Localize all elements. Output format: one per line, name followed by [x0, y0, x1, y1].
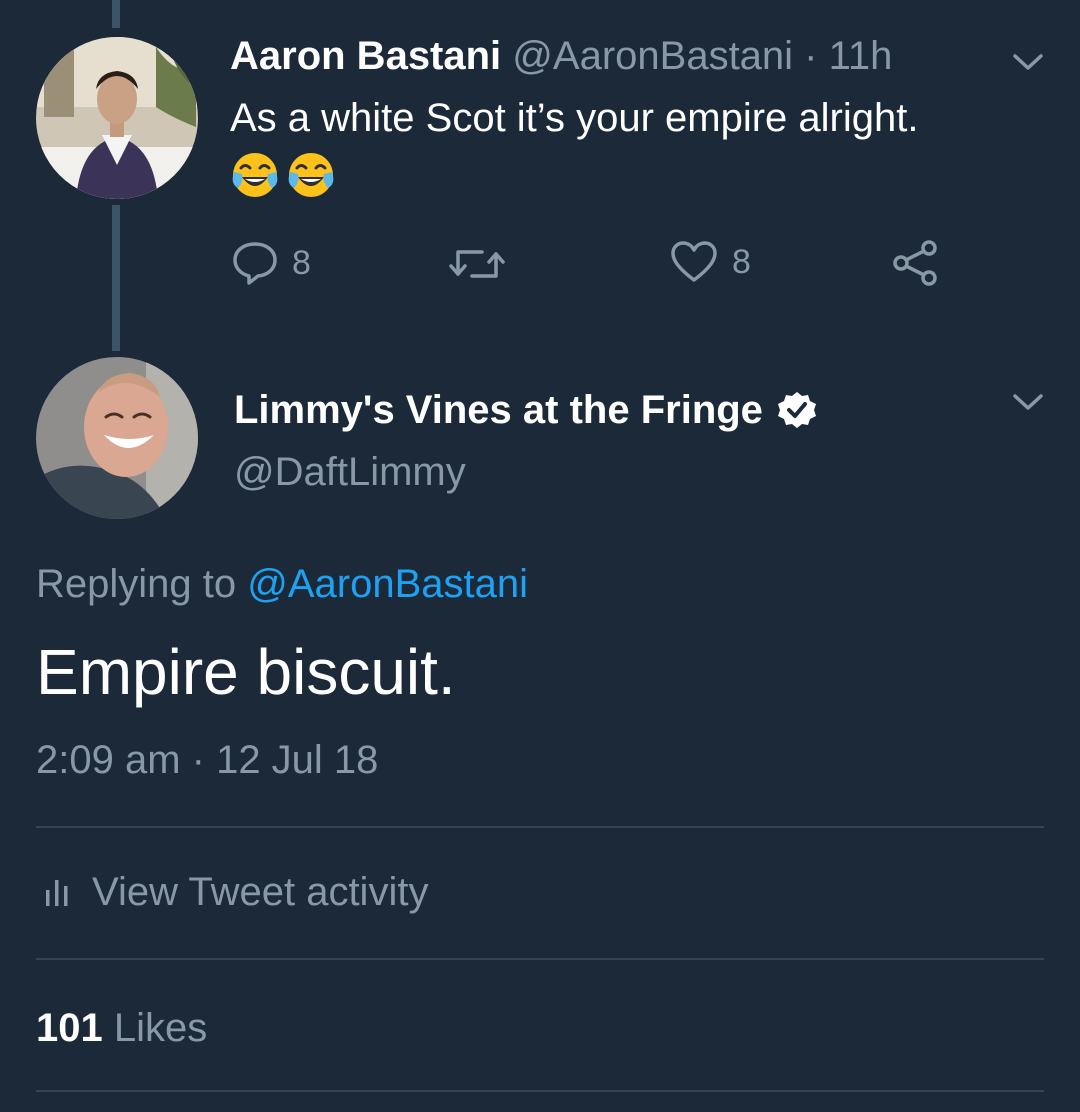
bar-chart-icon [46, 880, 68, 906]
parent-handle[interactable]: @AaronBastani [512, 34, 793, 78]
view-tweet-activity-label: View Tweet activity [92, 870, 429, 914]
reply-count: 8 [292, 243, 311, 282]
parent-tweet-header: Aaron Bastani @AaronBastani · 11h [230, 32, 892, 80]
timestamp-separator: · [180, 738, 217, 782]
parent-display-name[interactable]: Aaron Bastani [230, 34, 501, 78]
tweet-detail-page: Aaron Bastani @AaronBastani · 11h As a w… [0, 0, 1080, 1112]
retweet-icon [449, 250, 505, 278]
likes-label: Likes [113, 1006, 208, 1050]
focused-display-name[interactable]: Limmy's Vines at the Fringe [234, 386, 763, 434]
focused-tweet-text: Empire biscuit. [36, 636, 456, 708]
view-tweet-activity-button[interactable]: View Tweet activity [44, 868, 428, 916]
likes-count: 101 [36, 1006, 103, 1050]
like-count: 8 [732, 242, 751, 281]
divider [36, 1090, 1044, 1092]
chevron-down-icon[interactable] [1010, 50, 1046, 74]
tears-of-joy-emoji-icon [288, 153, 334, 197]
parent-tweet-emojis [230, 150, 336, 200]
thread-line [112, 205, 120, 351]
replying-prefix: Replying to [36, 562, 248, 606]
parent-separator: · [793, 34, 829, 78]
focused-display-name-row: Limmy's Vines at the Fringe [234, 386, 817, 434]
tweet-timestamp: 2:09 am · 12 Jul 18 [36, 736, 378, 784]
tweet-time: 2:09 am [36, 738, 181, 782]
reply-icon [233, 242, 277, 285]
like-button[interactable]: 8 [670, 240, 751, 284]
avatar-aaron-bastani[interactable] [36, 37, 198, 199]
avatar-daft-limmy[interactable] [36, 357, 198, 519]
tweet-date: 12 Jul 18 [216, 738, 379, 782]
reply-button[interactable]: 8 [232, 240, 311, 286]
divider [36, 958, 1044, 960]
thread-line [112, 0, 120, 28]
parent-age: 11h [828, 34, 893, 78]
replying-to-line: Replying to @AaronBastani [36, 560, 528, 608]
divider [36, 826, 1044, 828]
focused-handle[interactable]: @DaftLimmy [234, 448, 466, 496]
likes-summary[interactable]: 101 Likes [36, 1004, 207, 1052]
verified-badge-icon [777, 392, 816, 428]
tears-of-joy-emoji-icon [232, 153, 278, 197]
share-icon [893, 240, 937, 286]
share-button[interactable] [890, 238, 940, 288]
replying-to-mention[interactable]: @AaronBastani [247, 562, 528, 606]
chevron-down-icon[interactable] [1010, 390, 1046, 414]
retweet-button[interactable] [448, 244, 506, 284]
parent-tweet-text: As a white Scot it’s your empire alright… [230, 96, 919, 140]
like-icon [671, 241, 717, 282]
